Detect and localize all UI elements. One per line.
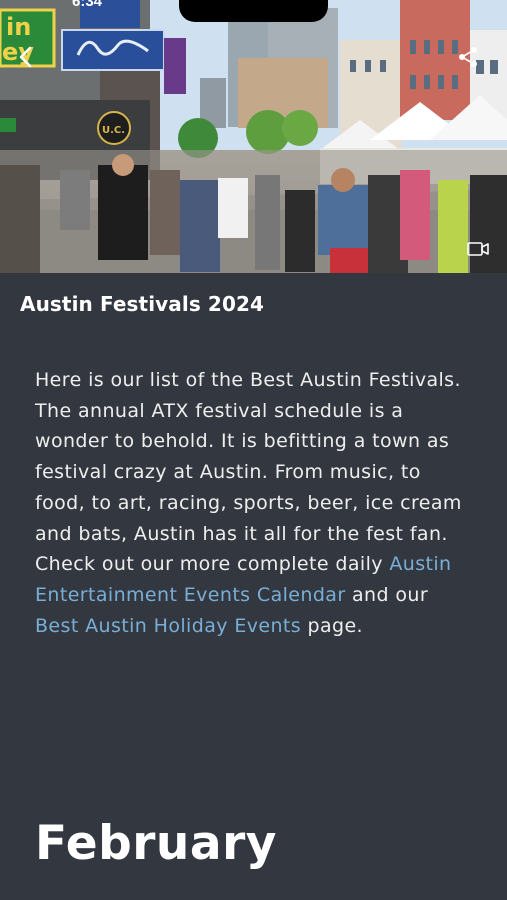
device-notch [179, 0, 328, 22]
intro-text-2: and our [345, 583, 429, 606]
sign-text-3: U.C. [102, 125, 125, 136]
hero-photo-illustration: in ey U.C. [0, 0, 507, 273]
holiday-events-link[interactable]: Best Austin Holiday Events [35, 615, 301, 637]
back-button[interactable] [18, 46, 44, 72]
intro-text-3: page. [301, 614, 363, 637]
status-bar-time: 6:34 [72, 0, 103, 10]
intro-paragraph: Here is our list of the Best Austin Fest… [35, 365, 475, 641]
hero-image: in ey U.C. 6:34 [0, 0, 507, 273]
sign-text-1: in [6, 13, 31, 41]
intro-text-1: Here is our list of the Best Austin Fest… [35, 369, 462, 576]
video-icon[interactable] [467, 241, 489, 257]
page-title: Austin Festivals 2024 [20, 292, 264, 316]
share-button[interactable] [457, 46, 483, 72]
section-heading-february: February [35, 816, 277, 871]
